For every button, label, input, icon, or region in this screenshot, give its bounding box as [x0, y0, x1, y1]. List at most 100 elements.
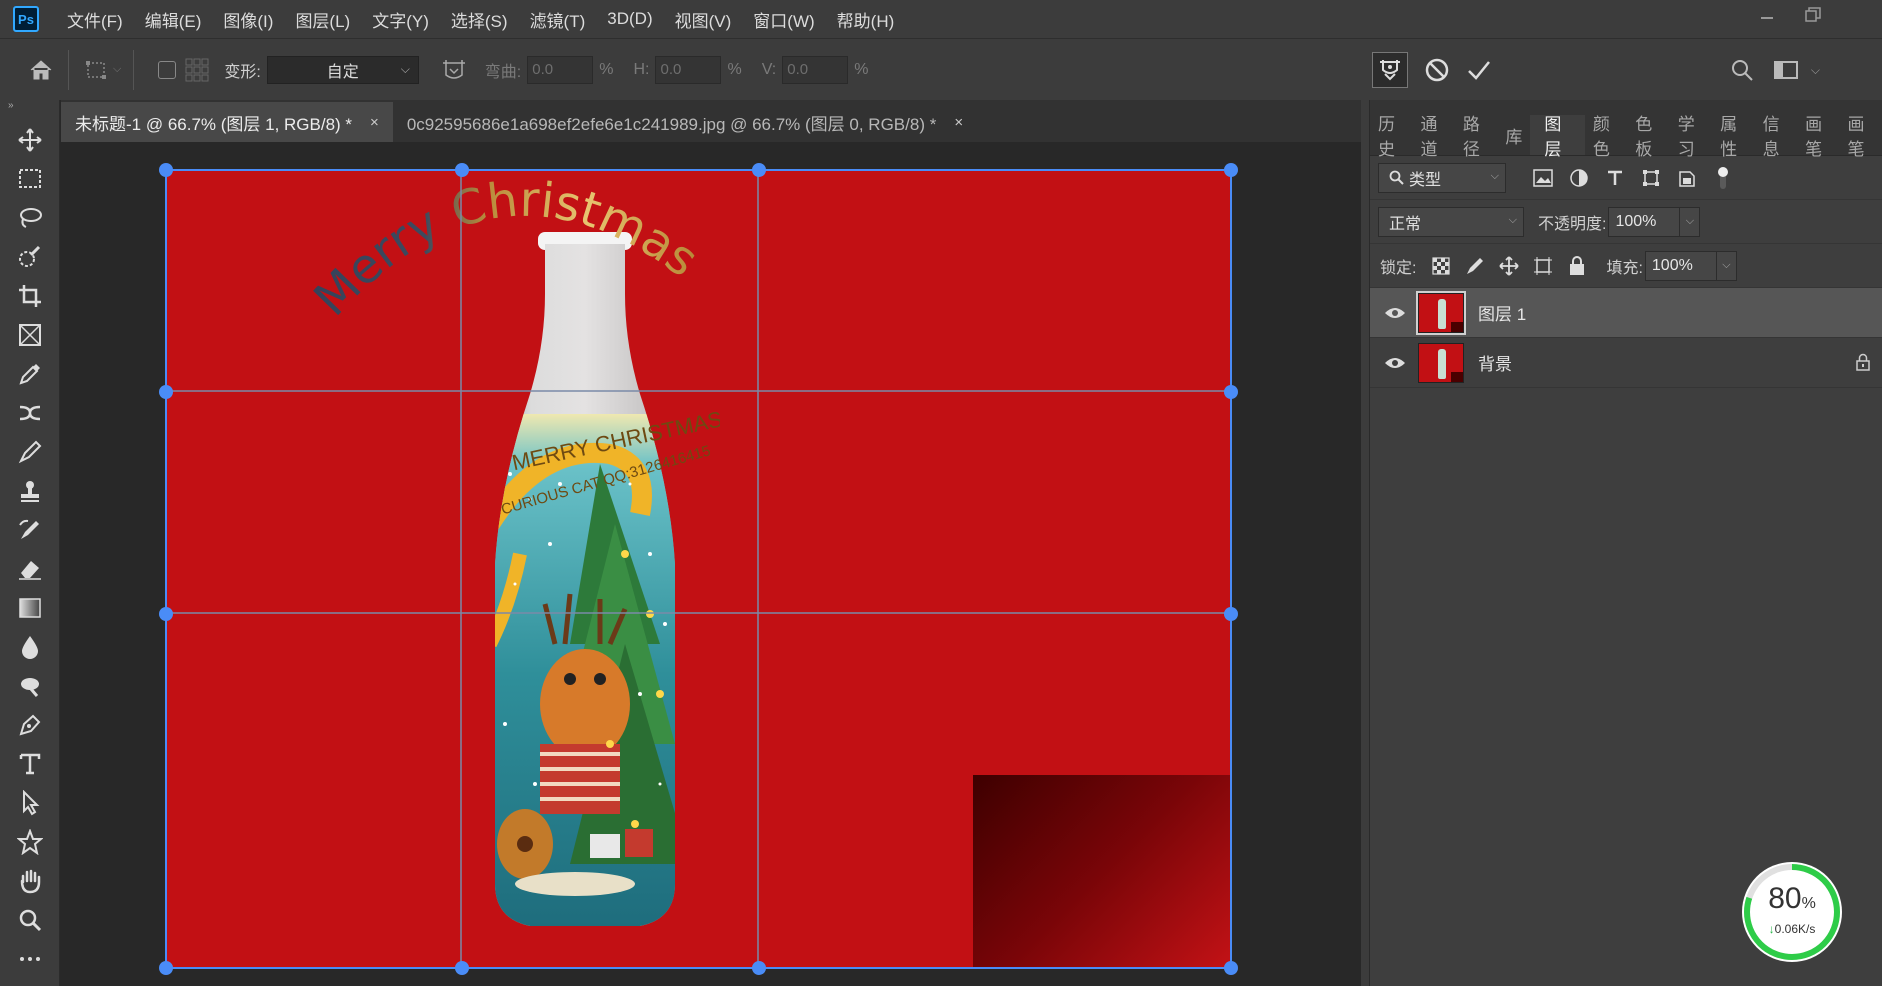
close-tab-icon[interactable]: ×: [370, 114, 379, 131]
filter-smart-object-icon[interactable]: [1672, 163, 1702, 193]
panel-collapse-icon[interactable]: »: [0, 100, 59, 114]
gradient-tool-icon[interactable]: [0, 588, 60, 627]
menu-edit[interactable]: 编辑(E): [145, 7, 202, 32]
search-icon[interactable]: [1727, 55, 1757, 85]
menu-file[interactable]: 文件(F): [67, 7, 123, 32]
menu-type[interactable]: 文字(Y): [372, 7, 429, 32]
blend-mode-select[interactable]: 正常 ⌵: [1378, 206, 1524, 237]
menu-help[interactable]: 帮助(H): [837, 7, 895, 32]
filter-pixel-icon[interactable]: [1528, 163, 1558, 193]
clone-stamp-tool-icon[interactable]: [0, 471, 60, 510]
warp-style-select[interactable]: 自定 ⌵: [266, 55, 419, 84]
eraser-tool-icon[interactable]: [0, 549, 60, 588]
h-distortion-label: H:: [633, 60, 650, 78]
lock-image-icon[interactable]: [1460, 251, 1490, 281]
reference-point-checkbox[interactable]: [158, 60, 177, 79]
filter-toggle-icon[interactable]: [1708, 163, 1738, 193]
menu-image[interactable]: 图像(I): [223, 7, 273, 32]
layer-name[interactable]: 图层 1: [1478, 300, 1526, 325]
lock-fill-row: 锁定: 填充: 100% ⌵: [1370, 244, 1882, 288]
menu-filter[interactable]: 滤镜(T): [530, 7, 586, 32]
cancel-transform-icon[interactable]: [1422, 55, 1452, 85]
menu-window[interactable]: 窗口(W): [753, 7, 814, 32]
filter-adjustment-icon[interactable]: [1564, 163, 1594, 193]
tab-paths[interactable]: 路径: [1455, 115, 1497, 159]
warp-mode-toggle-icon[interactable]: [1372, 52, 1408, 88]
zoom-tool-icon[interactable]: [0, 900, 60, 939]
home-icon[interactable]: [26, 55, 56, 85]
eyedropper-tool-icon[interactable]: [0, 354, 60, 393]
document-canvas[interactable]: MERRY CHRISTMAS CURIOUS CAT QQ:312641641…: [165, 169, 1232, 969]
minimize-icon[interactable]: [1744, 0, 1790, 30]
blur-tool-icon[interactable]: [0, 627, 60, 666]
layer-row-background[interactable]: 背景: [1370, 338, 1882, 388]
quick-selection-tool-icon[interactable]: [0, 237, 60, 276]
layer-thumbnail[interactable]: [1416, 290, 1466, 335]
lock-artboard-icon[interactable]: [1528, 251, 1558, 281]
healing-brush-tool-icon[interactable]: [0, 393, 60, 432]
restore-icon[interactable]: [1790, 0, 1836, 30]
workspace-icon[interactable]: [1771, 55, 1801, 85]
share-icon[interactable]: [1844, 55, 1874, 85]
menu-select[interactable]: 选择(S): [451, 7, 508, 32]
pen-tool-icon[interactable]: [0, 705, 60, 744]
frame-tool-icon[interactable]: [0, 315, 60, 354]
layer-name[interactable]: 背景: [1478, 350, 1512, 375]
history-brush-tool-icon[interactable]: [0, 510, 60, 549]
tab-color[interactable]: 颜色: [1585, 115, 1627, 159]
visibility-eye-icon[interactable]: [1378, 306, 1412, 320]
bend-input[interactable]: 0.0: [527, 55, 594, 84]
tab-libraries[interactable]: 库: [1497, 115, 1530, 155]
visibility-eye-icon[interactable]: [1378, 356, 1412, 370]
hand-tool-icon[interactable]: [0, 861, 60, 900]
more-tools-icon[interactable]: [0, 939, 60, 978]
tab-channels[interactable]: 通道: [1412, 115, 1454, 159]
layer-thumbnail[interactable]: [1418, 342, 1464, 383]
filter-type-icon[interactable]: [1600, 163, 1630, 193]
tab-layers[interactable]: 图层: [1530, 115, 1585, 159]
layer-filter-select[interactable]: 类型 ⌵: [1378, 162, 1506, 193]
brush-tool-icon[interactable]: [0, 432, 60, 471]
layer-locked-icon[interactable]: [1856, 353, 1870, 375]
tab-info[interactable]: 信息: [1755, 115, 1797, 159]
opacity-input[interactable]: 100%: [1608, 206, 1681, 237]
lock-position-icon[interactable]: [1494, 251, 1524, 281]
tab-brush-settings[interactable]: 画笔: [1840, 115, 1882, 159]
h-distortion-input[interactable]: 0.0: [655, 55, 722, 84]
chevron-down-icon[interactable]: ⌵: [1811, 63, 1820, 78]
filter-shape-icon[interactable]: [1636, 163, 1666, 193]
chevron-down-icon[interactable]: ⌵: [1716, 250, 1737, 281]
chevron-down-icon[interactable]: ⌵: [1680, 206, 1701, 237]
lock-all-icon[interactable]: [1562, 251, 1592, 281]
canvas-area[interactable]: MERRY CHRISTMAS CURIOUS CAT QQ:312641641…: [61, 142, 1361, 986]
close-window-icon[interactable]: [1836, 0, 1882, 30]
v-distortion-input[interactable]: 0.0: [782, 55, 849, 84]
tab-brushes[interactable]: 画笔: [1797, 115, 1839, 159]
menu-layer[interactable]: 图层(L): [295, 7, 350, 32]
transform-tool-icon[interactable]: [81, 55, 111, 85]
tab-properties[interactable]: 属性: [1712, 115, 1754, 159]
chevron-down-icon[interactable]: ⌵: [113, 63, 121, 76]
move-tool-icon[interactable]: [0, 120, 60, 159]
menu-3d[interactable]: 3D(D): [607, 9, 652, 29]
menu-view[interactable]: 视图(V): [675, 7, 732, 32]
dodge-tool-icon[interactable]: [0, 666, 60, 705]
lasso-tool-icon[interactable]: [0, 198, 60, 237]
custom-shape-tool-icon[interactable]: [0, 822, 60, 861]
warp-orientation-icon[interactable]: [439, 55, 469, 85]
close-tab-icon[interactable]: ×: [954, 114, 963, 131]
lock-transparent-icon[interactable]: [1426, 251, 1456, 281]
layer-row-layer1[interactable]: 图层 1: [1370, 288, 1882, 338]
document-tab-jpg[interactable]: 0c92595686e1a698ef2efe6e1c241989.jpg @ 6…: [392, 102, 978, 142]
tab-learn[interactable]: 学习: [1670, 115, 1712, 159]
tab-swatches[interactable]: 色板: [1627, 115, 1669, 159]
marquee-tool-icon[interactable]: [0, 159, 60, 198]
network-speed-widget[interactable]: 80% ↓0.06K/s: [1742, 862, 1842, 962]
crop-tool-icon[interactable]: [0, 276, 60, 315]
commit-transform-icon[interactable]: [1464, 55, 1494, 85]
tab-history[interactable]: 历史: [1370, 115, 1412, 159]
document-tab-untitled[interactable]: 未标题-1 @ 66.7% (图层 1, RGB/8) * ×: [61, 102, 393, 142]
fill-input[interactable]: 100%: [1644, 250, 1717, 281]
path-selection-tool-icon[interactable]: [0, 783, 60, 822]
type-tool-icon[interactable]: [0, 744, 60, 783]
